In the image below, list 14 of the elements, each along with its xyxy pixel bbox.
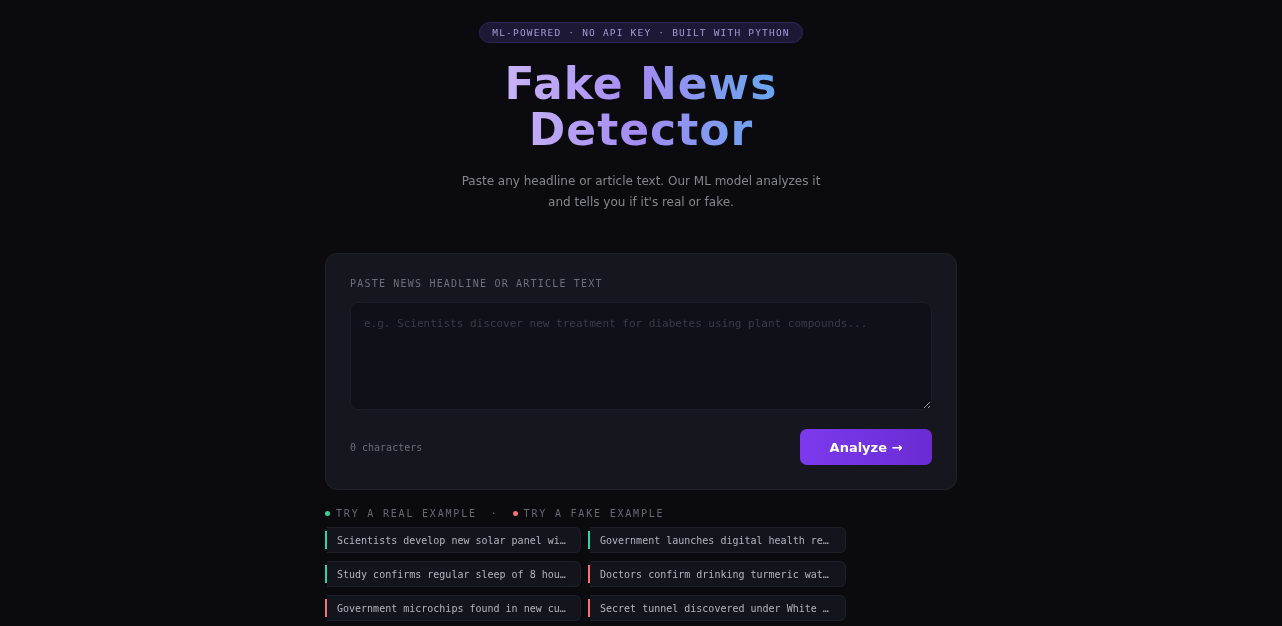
example-chip[interactable]: Government microchips found in new cu… [327,595,581,621]
example-chip[interactable]: Study confirms regular sleep of 8 hou… [327,561,581,587]
character-count: 0 characters [350,441,423,453]
legend-label: TRY A REAL EXAMPLE [336,508,477,519]
subtitle: Paste any headline or article text. Our ML model analyzes it and tells you if it's real or fake. [460,173,822,211]
separator-dot: · [490,508,499,519]
field-label: PASTE NEWS HEADLINE OR ARTICLE TEXT [350,278,604,289]
example-chip[interactable]: Government launches digital health re… [590,527,846,553]
analyze-button[interactable]: Analyze → [800,429,932,465]
example-chip[interactable]: Scientists develop new solar panel wi… [327,527,581,553]
example-chip[interactable]: Secret tunnel discovered under White … [590,595,846,621]
feature-badge: ML-POWERED · NO API KEY · BUILT WITH PYTHON [479,22,803,43]
example-chip[interactable]: Doctors confirm drinking turmeric wat… [590,561,846,587]
legend-label: TRY A FAKE EXAMPLE [523,508,665,519]
